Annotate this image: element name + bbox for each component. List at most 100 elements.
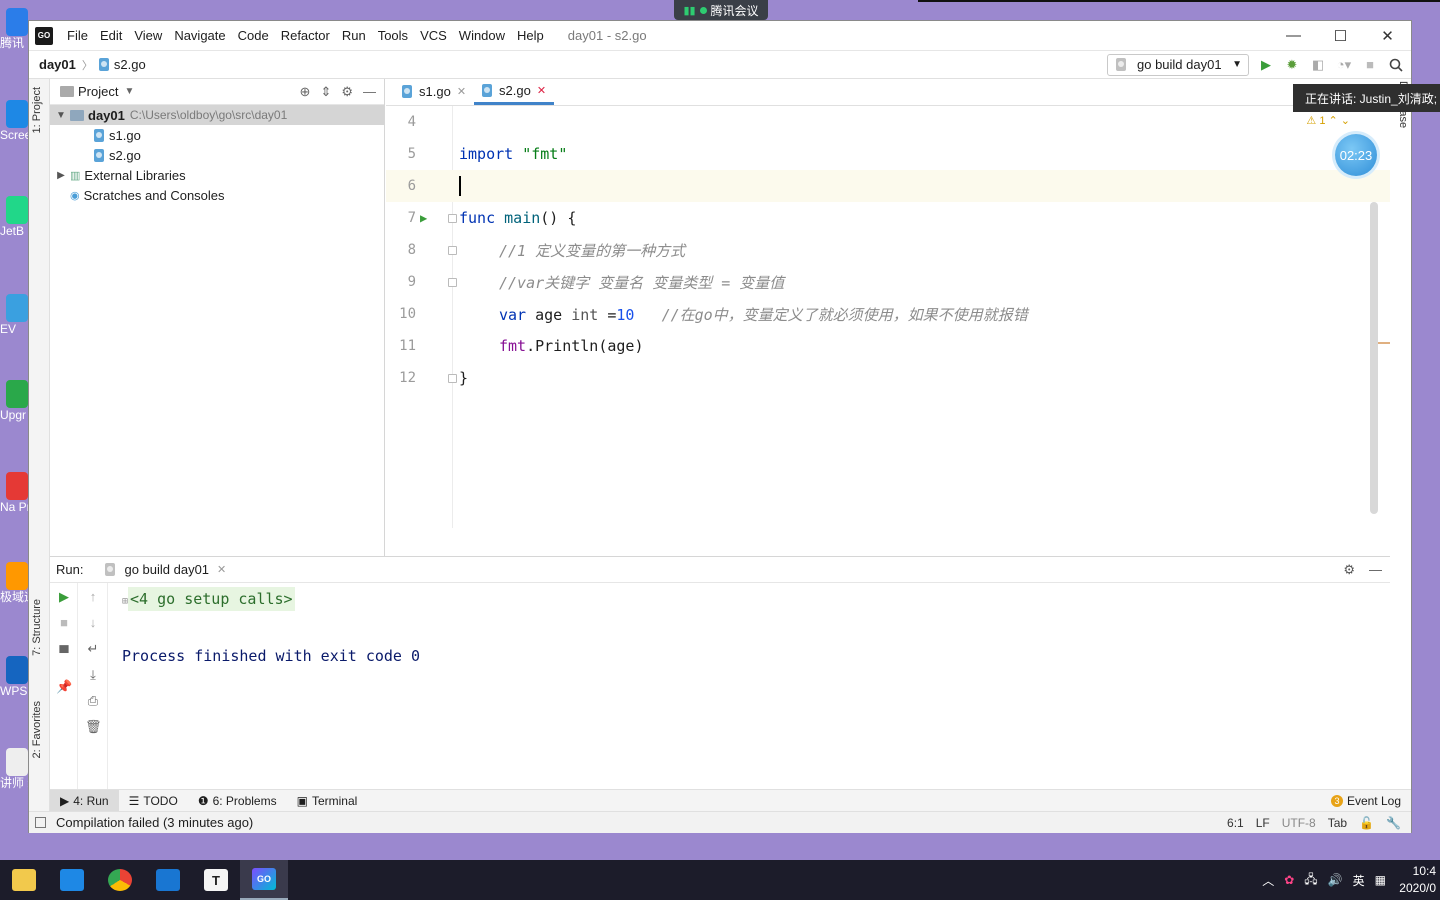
tab-project-tool[interactable]: 1: Project xyxy=(31,87,43,133)
menu-help[interactable]: Help xyxy=(511,28,550,43)
taskbar-remote[interactable] xyxy=(48,860,96,900)
fold-marker-icon[interactable] xyxy=(448,213,457,223)
stop-icon[interactable]: ■ xyxy=(1361,56,1379,74)
gear-icon[interactable]: ⚙ xyxy=(341,84,353,100)
code-area[interactable]: ⚠ 1 ⌃ ⌄ 4 5 import "fmt" 6 7 ▶ func main… xyxy=(386,106,1390,528)
meeting-bar[interactable]: ▮▮ 腾讯会议 xyxy=(674,0,768,20)
menu-run[interactable]: Run xyxy=(336,28,372,43)
menu-code[interactable]: Code xyxy=(232,28,275,43)
status-toggle-icon[interactable] xyxy=(35,817,46,828)
locate-file-icon[interactable]: ⊕ xyxy=(300,84,311,100)
menu-file[interactable]: File xyxy=(61,28,94,43)
trash-icon[interactable]: 🗑 xyxy=(85,719,102,735)
chevron-down-icon[interactable]: ▼ xyxy=(124,86,134,97)
desktop-icon-lecturer[interactable]: 讲师 绍 xyxy=(0,748,30,790)
volume-icon[interactable]: 🔊 xyxy=(1328,873,1343,887)
tree-scratches[interactable]: ◉ Scratches and Consoles xyxy=(50,185,384,205)
meeting-timer[interactable]: 02:23 xyxy=(1335,134,1377,176)
fold-marker-icon[interactable] xyxy=(448,277,457,287)
line-separator[interactable]: LF xyxy=(1256,816,1270,830)
minimize-button[interactable]: — xyxy=(1270,21,1317,51)
tree-file-s2[interactable]: s2.go xyxy=(50,145,384,165)
desktop-icon-pycharm[interactable]: JetB PyCha xyxy=(0,196,30,238)
run-config-select[interactable]: go build day01 ▼ xyxy=(1107,53,1249,76)
fold-marker-icon[interactable] xyxy=(448,245,457,255)
error-stripe-marker[interactable] xyxy=(1378,342,1390,344)
close-tab-icon[interactable]: ✕ xyxy=(217,563,226,576)
taskbar-app-blue[interactable] xyxy=(144,860,192,900)
tree-external-libraries[interactable]: ▶ ▥ External Libraries xyxy=(50,165,384,185)
indent-setting[interactable]: Tab xyxy=(1328,816,1347,830)
run-gutter-icon[interactable]: ▶ xyxy=(420,211,427,225)
hide-panel-icon[interactable]: — xyxy=(363,84,376,100)
menu-view[interactable]: View xyxy=(128,28,168,43)
taskbar-chrome[interactable] xyxy=(96,860,144,900)
breadcrumb-file[interactable]: s2.go xyxy=(114,57,146,72)
hide-panel-icon[interactable]: — xyxy=(1369,562,1382,578)
menu-edit[interactable]: Edit xyxy=(94,28,128,43)
desktop-icon-upgrade[interactable]: Upgr xyxy=(0,380,30,422)
soft-wrap-icon[interactable]: ↵ xyxy=(85,641,101,657)
maximize-button[interactable]: ☐ xyxy=(1317,21,1364,51)
tree-file-s1[interactable]: s1.go xyxy=(50,125,384,145)
menu-vcs[interactable]: VCS xyxy=(414,28,453,43)
taskbar-explorer[interactable] xyxy=(0,860,48,900)
menu-window[interactable]: Window xyxy=(453,28,511,43)
desktop-icon-navicat[interactable]: Na Prem xyxy=(0,472,30,514)
run-icon[interactable]: ▶ xyxy=(1257,56,1275,74)
stop-icon[interactable]: ■ xyxy=(56,615,72,630)
gear-icon[interactable]: ⚙ xyxy=(1343,562,1355,578)
desktop-icon-jiyu[interactable]: 极域遥 系统 xyxy=(0,562,30,604)
tab-structure-tool[interactable]: 7: Structure xyxy=(31,599,43,656)
menu-refactor[interactable]: Refactor xyxy=(275,28,336,43)
desktop-icon-screen[interactable]: Scree xyxy=(0,100,30,142)
tool-tab-problems[interactable]: ❶ 6: Problems xyxy=(188,790,287,812)
arrow-down-icon[interactable]: ↓ xyxy=(85,615,101,630)
tool-tab-run[interactable]: ▶ 4: Run xyxy=(50,789,119,812)
caret-position[interactable]: 6:1 xyxy=(1227,816,1244,830)
expand-arrow-icon[interactable]: ▼ xyxy=(54,110,68,121)
profile-icon[interactable]: ◔▾ xyxy=(1335,56,1353,74)
tree-root-day01[interactable]: ▼ day01 C:\Users\oldboy\go\src\day01 xyxy=(50,105,384,125)
console-output[interactable]: ⊞ <4 go setup calls> Process finished wit… xyxy=(122,587,420,665)
network-icon[interactable]: 🖧 xyxy=(1304,870,1317,891)
chevron-up-icon[interactable]: ︿ xyxy=(1262,872,1274,889)
taskbar-typora[interactable]: T xyxy=(192,860,240,900)
tool-tab-terminal[interactable]: ▣ Terminal xyxy=(287,790,368,812)
expand-arrow-icon[interactable]: ▶ xyxy=(54,170,68,181)
menu-tools[interactable]: Tools xyxy=(372,28,414,43)
calendar-icon[interactable]: ▦ xyxy=(1375,873,1386,887)
setup-calls-fold[interactable]: <4 go setup calls> xyxy=(128,587,295,611)
tab-s2-go[interactable]: s2.go ✕ xyxy=(474,78,555,105)
layout-icon[interactable]: ▀ xyxy=(56,645,72,660)
rerun-icon[interactable]: ▶ xyxy=(56,589,72,605)
taskbar-goland[interactable]: GO xyxy=(240,860,288,900)
event-log[interactable]: 3 Event Log xyxy=(1330,794,1411,808)
close-tab-icon[interactable]: ✕ xyxy=(537,84,546,97)
lock-icon[interactable]: 🔓 xyxy=(1359,816,1374,830)
scroll-to-end-icon[interactable]: ⤓ xyxy=(85,667,101,683)
search-everywhere-icon[interactable] xyxy=(1387,56,1405,74)
status-message[interactable]: Compilation failed (3 minutes ago) xyxy=(56,815,253,830)
desktop-icon-ev[interactable]: EV xyxy=(0,294,30,336)
desktop-icon-tencent[interactable]: 腾讯 xyxy=(0,8,30,50)
file-encoding[interactable]: UTF-8 xyxy=(1282,816,1316,830)
arrow-up-icon[interactable]: ↑ xyxy=(85,589,101,604)
collapse-all-icon[interactable]: ⇕ xyxy=(320,84,331,100)
run-tab-go-build[interactable]: go build day01 ✕ xyxy=(105,562,226,577)
tab-favorites-tool[interactable]: 2: Favorites xyxy=(31,701,43,758)
close-tab-icon[interactable]: ✕ xyxy=(457,85,466,98)
project-panel-title[interactable]: Project xyxy=(78,84,118,99)
debug-icon[interactable]: ✹ xyxy=(1283,56,1301,74)
ime-indicator[interactable]: 英 xyxy=(1353,872,1365,889)
breadcrumb-project[interactable]: day01 xyxy=(39,57,76,72)
editor-scrollbar[interactable] xyxy=(1370,202,1378,514)
close-button[interactable]: ✕ xyxy=(1364,21,1411,51)
print-icon[interactable]: ⎙ xyxy=(85,693,101,709)
coverage-icon[interactable]: ◧ xyxy=(1309,56,1327,74)
menu-navigate[interactable]: Navigate xyxy=(168,28,231,43)
tray-app-icon[interactable]: ✿ xyxy=(1284,873,1294,887)
taskbar-clock[interactable]: 10:4 2020/0 xyxy=(1396,863,1436,897)
wrench-icon[interactable]: 🔧 xyxy=(1386,816,1401,830)
desktop-icon-wps[interactable]: WPS xyxy=(0,656,30,698)
